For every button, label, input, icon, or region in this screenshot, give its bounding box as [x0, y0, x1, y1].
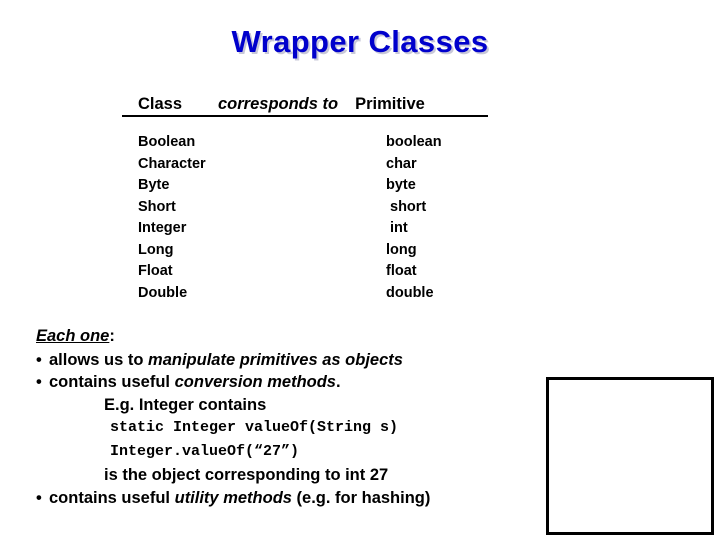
cell-primitive-type: boolean: [386, 134, 442, 150]
cell-primitive-type: float: [386, 263, 417, 279]
bullet-icon: •: [36, 373, 42, 391]
table-row: Double double: [138, 283, 488, 305]
cell-primitive-type: char: [386, 155, 417, 172]
bullet-text-italic: conversion methods: [174, 373, 336, 391]
bullet-text-italic: manipulate primitives as objects: [148, 350, 403, 369]
bullet-text-plain: contains useful: [49, 488, 175, 507]
bullet-item-utility: • contains useful utility methods (e.g. f…: [36, 487, 536, 510]
column-header-primitive: Primitive: [355, 95, 425, 113]
page-title: Wrapper Classes: [231, 24, 489, 59]
table-row: Short short: [138, 197, 488, 219]
cell-wrapper-class: Double: [138, 284, 188, 301]
cell-wrapper-class: Short: [138, 198, 176, 215]
table-row: Float float: [138, 261, 488, 283]
notes-lead-emphasis: Each one: [36, 327, 110, 345]
empty-content-box[interactable]: [546, 377, 714, 535]
cell-primitive-type: byte: [386, 177, 416, 193]
column-header-class: Class: [138, 95, 183, 113]
notes-lead-line: Each one:: [36, 325, 536, 348]
bullet-text-tail: .: [335, 373, 341, 391]
table-row: Byte byte: [138, 175, 488, 197]
table-row: Boolean boolean: [138, 132, 488, 154]
bullet-item-conversion: • contains useful conversion methods.: [36, 371, 536, 394]
example-intro-line: E.g. Integer contains: [104, 395, 267, 414]
wrapper-class-table: Boolean boolean Character char Byte byte Sh…: [138, 132, 488, 304]
cell-primitive-type: int: [390, 220, 408, 236]
bullet-item-manipulate: • allows us to manipulate primitives as o…: [36, 349, 536, 372]
table-header-row: Class corresponds to Primitive: [122, 95, 488, 117]
table-row: Character char: [138, 154, 488, 176]
bullet-icon: •: [36, 350, 42, 369]
column-header-corresponds-to: corresponds to: [218, 95, 339, 113]
bullet-text-plain: allows us to: [49, 350, 149, 369]
slide-canvas: Wrapper Classes Class corresponds to Primi…: [0, 0, 720, 540]
table-row: Integer int: [138, 218, 488, 240]
cell-wrapper-class: Boolean: [138, 134, 196, 150]
cell-wrapper-class: Float: [138, 263, 173, 279]
code-method-signature: static Integer valueOf(String s): [110, 419, 399, 436]
cell-wrapper-class: Character: [138, 155, 206, 172]
cell-primitive-type: long: [386, 241, 417, 258]
bullet-text-tail: (e.g. for hashing): [291, 488, 431, 507]
cell-primitive-type: double: [386, 284, 434, 301]
table-row: Long long: [138, 240, 488, 262]
code-method-call: Integer.valueOf(“27”): [110, 443, 300, 460]
bullet-text-plain: contains useful: [49, 373, 175, 391]
notes-lead-colon: :: [109, 327, 115, 345]
cell-wrapper-class: Long: [138, 241, 174, 258]
cell-wrapper-class: Byte: [138, 177, 170, 193]
bullet-text-italic: utility methods: [174, 488, 292, 507]
example-explanation-line: is the object corresponding to int 27: [104, 466, 389, 484]
bullet-icon: •: [36, 488, 42, 507]
notes-block: Each one: • allows us to manipulate primi…: [36, 325, 536, 509]
cell-wrapper-class: Integer: [138, 220, 187, 236]
cell-primitive-type: short: [390, 198, 427, 215]
